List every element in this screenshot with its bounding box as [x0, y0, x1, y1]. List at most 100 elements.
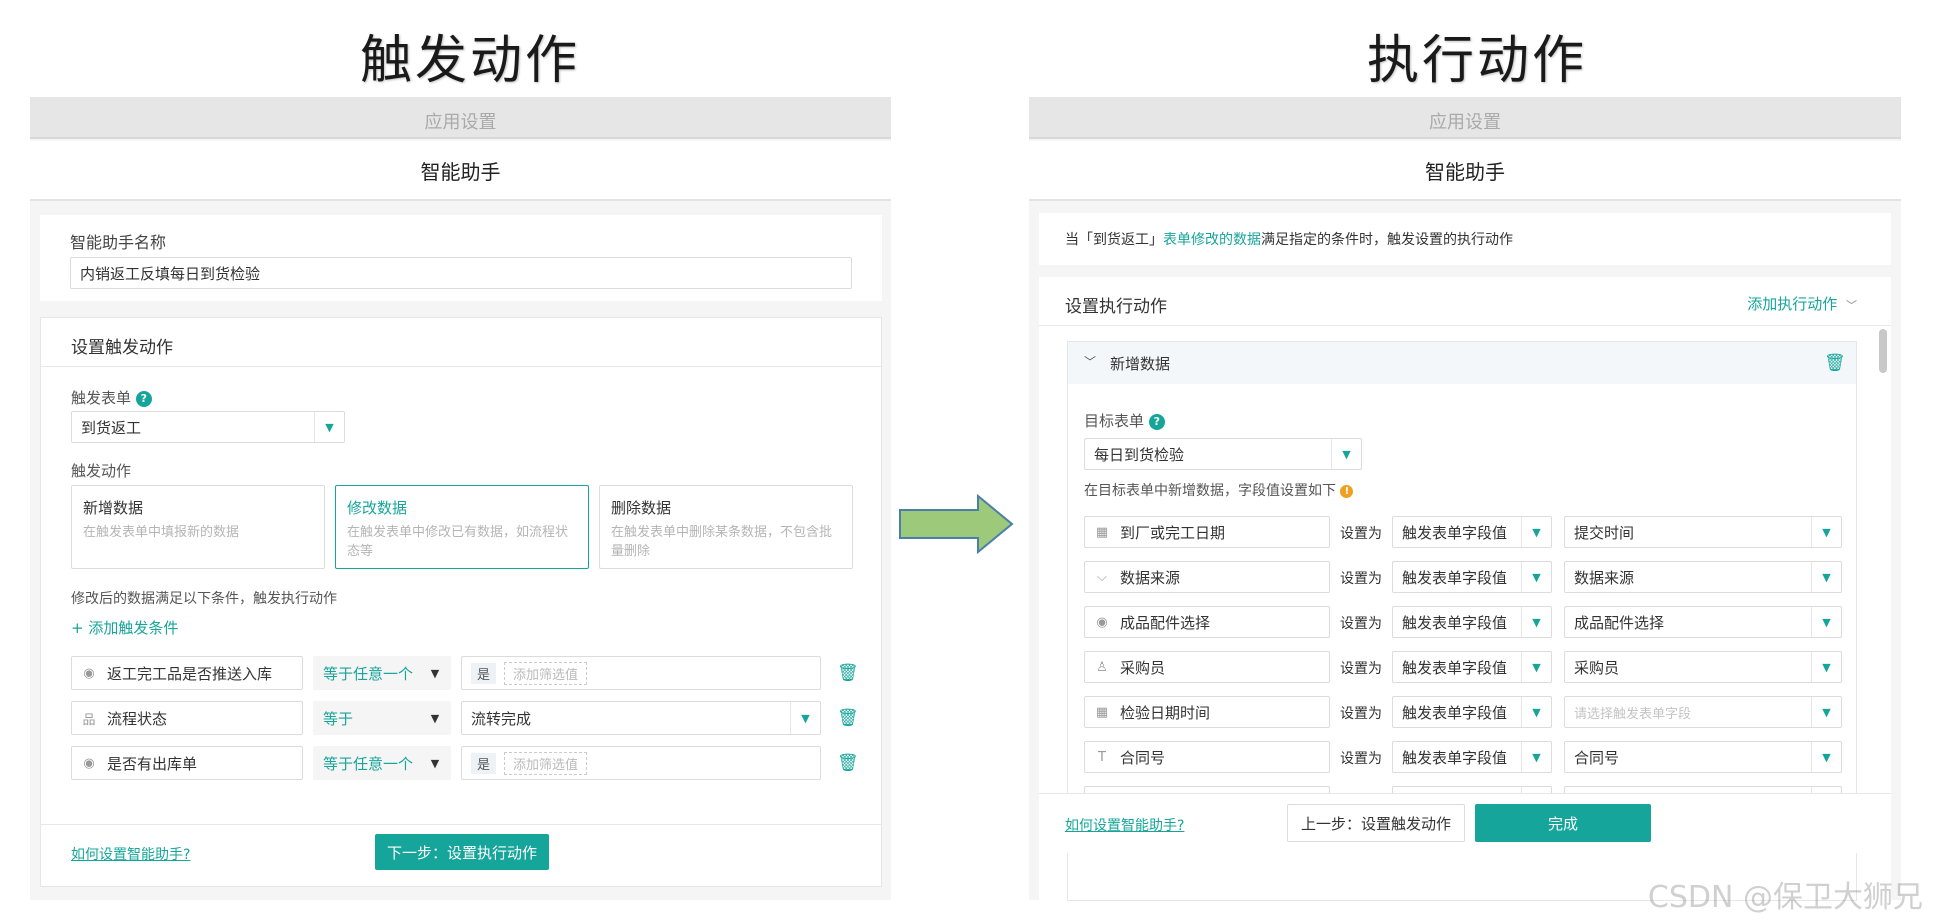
chevron-down-icon[interactable]: ﹀	[1084, 353, 1096, 370]
chevron-down-icon[interactable]: ▼	[1811, 697, 1841, 727]
arrow-right-icon	[899, 493, 1014, 555]
chevron-down-icon[interactable]: ▼	[1521, 742, 1551, 772]
condition-field[interactable]: 品 流程状态	[71, 701, 303, 735]
source-field: 成品配件选择	[1574, 613, 1665, 632]
execute-section-title: 执行动作	[1367, 31, 1588, 91]
value-mode-select[interactable]: 触发表单字段值 ▼	[1392, 561, 1552, 593]
info-link[interactable]: 表单修改的数据	[1163, 232, 1261, 248]
help-icon[interactable]: ?	[1148, 414, 1165, 430]
trigger-section-title: 触发动作	[360, 31, 581, 91]
action-block-header[interactable]: ﹀ 新增数据 🗑	[1068, 342, 1856, 384]
trash-icon[interactable]: 🗑	[837, 708, 859, 728]
source-field-select[interactable]: 采购员 ▼	[1564, 651, 1842, 683]
target-field[interactable]: T 合同号	[1084, 741, 1330, 773]
value-mode-select[interactable]: 触发表单字段值 ▼	[1392, 516, 1552, 548]
chevron-down-icon[interactable]: ▼	[420, 702, 450, 734]
trash-icon[interactable]: 🗑	[837, 753, 859, 773]
chevron-down-icon[interactable]: ▼	[420, 657, 450, 689]
next-step-button[interactable]: 下一步：设置执行动作	[375, 834, 549, 870]
source-field: 数据来源	[1574, 568, 1635, 587]
source-field-select[interactable]: 成品配件选择 ▼	[1564, 606, 1842, 638]
add-action-button[interactable]: 添加执行动作 ﹀	[1747, 293, 1857, 314]
value-mode-select[interactable]: 触发表单字段值 ▼	[1392, 651, 1552, 683]
option-delete-data[interactable]: 删除数据 在触发表单中删除某条数据，不包含批量删除	[599, 485, 853, 569]
chevron-down-icon[interactable]: ▼	[1811, 517, 1841, 547]
option-modify-data[interactable]: 修改数据 在触发表单中修改已有数据，如流程状态等	[335, 485, 589, 569]
chevron-down-icon[interactable]: ▼	[1811, 652, 1841, 682]
trash-icon[interactable]: 🗑	[1824, 353, 1846, 373]
chevron-down-icon[interactable]: ▼	[1521, 562, 1551, 592]
app-settings-bar[interactable]: 应用设置	[1029, 97, 1901, 139]
trigger-form-label: 触发表单 ?	[71, 387, 152, 408]
text-icon: T	[1098, 749, 1106, 765]
option-desc: 在触发表单中填报新的数据	[83, 525, 240, 540]
name-label: 智能助手名称	[70, 233, 167, 252]
divider	[41, 824, 881, 825]
chevron-down-icon[interactable]: ▼	[1521, 652, 1551, 682]
app-settings-bar[interactable]: 应用设置	[30, 97, 891, 139]
condition-value-input[interactable]: 是 添加筛选值	[461, 746, 821, 780]
add-filter-value[interactable]: 添加筛选值	[504, 661, 588, 685]
target-field[interactable]: ⌵ 数据来源	[1084, 561, 1330, 593]
chevron-down-icon[interactable]: ▼	[314, 412, 344, 442]
calendar-icon: ▦	[1095, 704, 1109, 720]
value-mode-select[interactable]: 触发表单字段值 ▼	[1392, 696, 1552, 728]
condition-operator-select[interactable]: 等于 ▼	[313, 701, 451, 735]
target-field[interactable]: ◉ 成品配件选择	[1084, 606, 1330, 638]
chevron-down-icon[interactable]: ▼	[790, 702, 820, 734]
chevron-down-icon[interactable]: ▼	[1811, 742, 1841, 772]
chevron-down-icon[interactable]: ▼	[1811, 607, 1841, 637]
value-tag[interactable]: 是	[471, 662, 497, 684]
target-field[interactable]: ▦ 检验日期时间	[1084, 696, 1330, 728]
chevron-down-icon[interactable]: ▼	[1521, 697, 1551, 727]
target-field-label: 到厂或完工日期	[1120, 523, 1226, 542]
field-hint: 在目标表单中新增数据，字段值设置如下 !	[1084, 480, 1354, 500]
source-field: 采购员	[1574, 658, 1620, 677]
condition-operator-select[interactable]: 等于任意一个 ▼	[313, 746, 451, 780]
divider	[1039, 325, 1891, 326]
condition-operator-select[interactable]: 等于任意一个 ▼	[313, 656, 451, 690]
calendar-icon: ▦	[1095, 524, 1109, 540]
condition-field[interactable]: ◉ 返工完工品是否推送入库	[71, 656, 303, 690]
set-as-label: 设置为	[1340, 661, 1382, 677]
help-link[interactable]: 如何设置智能助手?	[71, 844, 190, 864]
chevron-down-icon[interactable]: ▼	[1521, 607, 1551, 637]
target-field[interactable]: ▦ 到厂或完工日期	[1084, 516, 1330, 548]
value-mode-select[interactable]: 触发表单字段值 ▼	[1392, 606, 1552, 638]
info-card: 当「到货返工」表单修改的数据满足指定的条件时，触发设置的执行动作	[1039, 213, 1891, 265]
done-button[interactable]: 完成	[1475, 804, 1651, 842]
chevron-down-icon[interactable]: ▼	[1521, 517, 1551, 547]
condition-field[interactable]: ◉ 是否有出库单	[71, 746, 303, 780]
prev-step-button[interactable]: 上一步：设置触发动作	[1287, 804, 1465, 842]
condition-field-label: 流程状态	[107, 709, 168, 728]
assistant-name-input[interactable]: 内销返工反填每日到货检验	[70, 257, 852, 289]
help-link[interactable]: 如何设置智能助手?	[1065, 815, 1184, 835]
scrollbar[interactable]	[1879, 329, 1887, 373]
target-field[interactable]: ♙ 采购员	[1084, 651, 1330, 683]
help-icon[interactable]: ?	[135, 391, 152, 407]
source-field-select[interactable]: 请选择触发表单字段 ▼	[1564, 696, 1842, 728]
warning-icon: !	[1340, 485, 1354, 498]
condition-value-input[interactable]: 是 添加筛选值	[461, 656, 821, 690]
value-mode: 触发表单字段值	[1402, 523, 1508, 542]
chevron-down-icon[interactable]: ▼	[420, 747, 450, 779]
source-field: 合同号	[1574, 748, 1620, 767]
target-form-select[interactable]: 每日到货检验 ▼	[1084, 438, 1362, 470]
value-tag[interactable]: 是	[471, 752, 497, 774]
condition-value-select[interactable]: 流转完成 ▼	[461, 701, 821, 735]
chevron-down-icon[interactable]: ▼	[1811, 562, 1841, 592]
target-form-label-text: 目标表单	[1084, 412, 1145, 430]
source-field-select[interactable]: 合同号 ▼	[1564, 741, 1842, 773]
info-text: 当「到货返工」表单修改的数据满足指定的条件时，触发设置的执行动作	[1065, 229, 1513, 249]
source-field-select[interactable]: 数据来源 ▼	[1564, 561, 1842, 593]
chevron-down-icon[interactable]: ▼	[1331, 439, 1361, 469]
trigger-card: 设置触发动作 触发表单 ? 到货返工 ▼ 触发动作 新增数据 在触发表单中填报新…	[40, 317, 882, 887]
trigger-form-select[interactable]: 到货返工 ▼	[71, 411, 345, 443]
add-condition-button[interactable]: + 添加触发条件	[71, 617, 178, 638]
condition-operator-value: 等于	[323, 709, 354, 728]
value-mode-select[interactable]: 触发表单字段值 ▼	[1392, 741, 1552, 773]
add-filter-value[interactable]: 添加筛选值	[504, 751, 588, 775]
option-add-data[interactable]: 新增数据 在触发表单中填报新的数据	[71, 485, 325, 569]
source-field-select[interactable]: 提交时间 ▼	[1564, 516, 1842, 548]
trash-icon[interactable]: 🗑	[837, 663, 859, 683]
